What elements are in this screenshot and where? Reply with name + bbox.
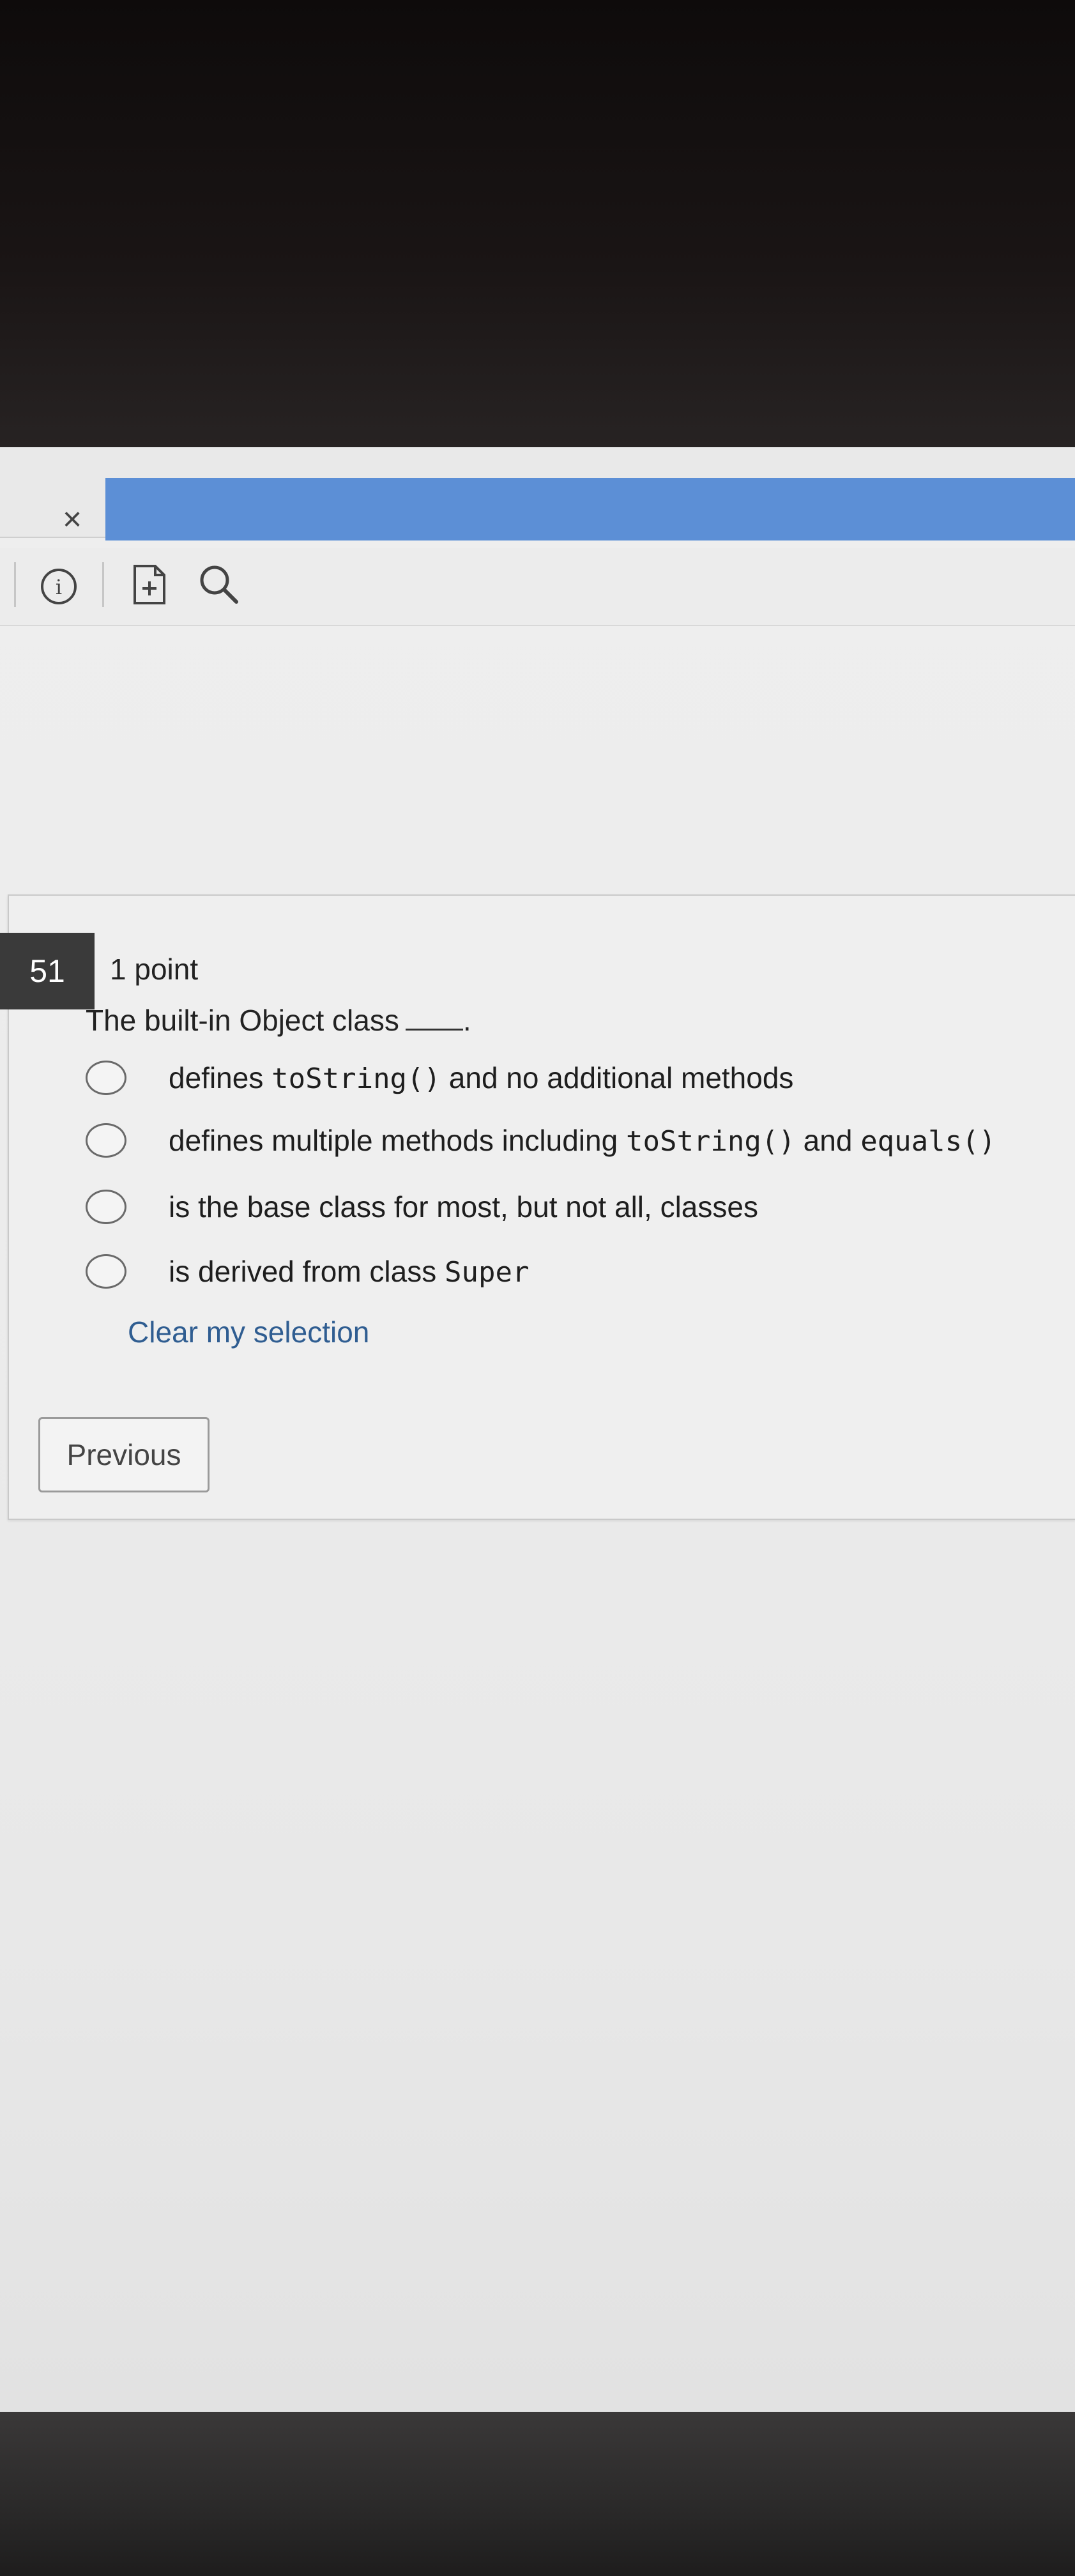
question-points: 1 point <box>110 953 199 986</box>
close-icon: × <box>62 501 82 538</box>
previous-button[interactable]: Previous <box>38 1417 210 1492</box>
monitor-bezel-bottom <box>0 2412 1075 2576</box>
svg-text:i: i <box>56 575 62 599</box>
close-button[interactable]: × <box>57 503 87 536</box>
toolbar-divider <box>102 562 104 607</box>
answer-option-label: is derived from class Super <box>169 1255 530 1289</box>
question-prompt: The built-in Object class. <box>86 1003 471 1038</box>
question-text-end: . <box>462 1004 471 1037</box>
active-tab[interactable] <box>105 478 1075 540</box>
add-page-button[interactable] <box>131 562 168 610</box>
radio-button[interactable] <box>86 1123 126 1158</box>
clear-selection-link[interactable]: Clear my selection <box>128 1315 369 1349</box>
search-button[interactable] <box>197 562 241 610</box>
question-number-badge: 51 <box>0 933 95 1009</box>
answer-option-label: defines toString() and no additional met… <box>169 1061 794 1095</box>
answer-option[interactable]: is the base class for most, but not all,… <box>86 1184 758 1229</box>
answer-option-label: is the base class for most, but not all,… <box>169 1190 758 1223</box>
answer-option[interactable]: defines multiple methods including toStr… <box>86 1118 996 1163</box>
radio-button[interactable] <box>86 1190 126 1224</box>
search-icon <box>200 565 238 604</box>
info-icon: i <box>41 569 77 604</box>
question-text: The built-in Object class <box>86 1004 399 1037</box>
radio-button[interactable] <box>86 1061 126 1095</box>
answer-option[interactable]: is derived from class Super <box>86 1249 529 1294</box>
radio-button[interactable] <box>86 1254 126 1289</box>
info-button[interactable]: i <box>38 566 79 610</box>
add-page-icon <box>133 565 165 604</box>
fill-in-blank <box>405 1029 463 1031</box>
toolbar-divider <box>14 562 16 607</box>
answer-option-label: defines multiple methods including toStr… <box>169 1124 996 1158</box>
monitor-bezel-top <box>0 0 1075 486</box>
answer-option[interactable]: defines toString() and no additional met… <box>86 1055 793 1100</box>
